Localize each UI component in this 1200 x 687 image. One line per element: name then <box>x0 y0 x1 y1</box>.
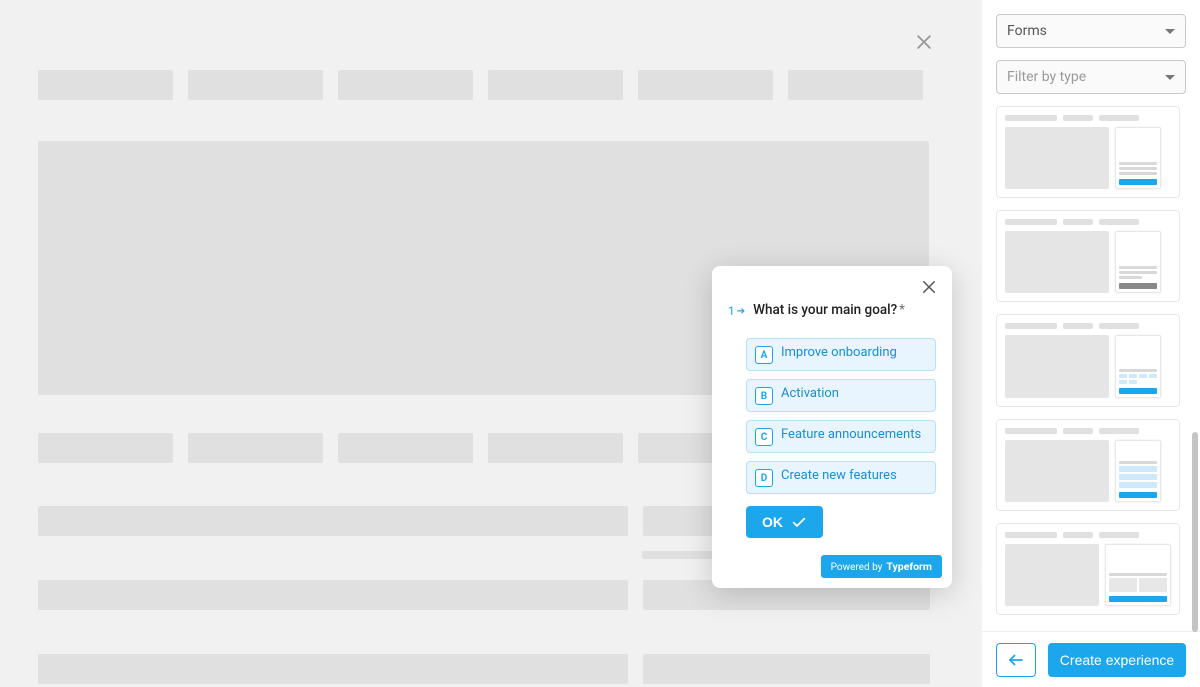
category-select[interactable]: Forms <box>996 14 1186 48</box>
category-select-value: Forms <box>1007 23 1047 39</box>
survey-ok-button[interactable]: OK <box>746 506 823 538</box>
template-form-preview <box>1115 127 1161 189</box>
template-card[interactable] <box>996 314 1180 406</box>
question-number: 1➔ <box>728 304 745 318</box>
skeleton-row <box>38 70 923 100</box>
survey-modal: 1➔ What is your main goal?* A Improve on… <box>712 266 952 588</box>
close-icon <box>920 278 938 296</box>
question-header: 1➔ What is your main goal?* <box>728 302 936 318</box>
type-filter-select[interactable]: Filter by type <box>996 60 1186 94</box>
template-card[interactable] <box>996 419 1180 511</box>
survey-option-d[interactable]: D Create new features <box>746 461 936 494</box>
arrow-right-icon: ➔ <box>737 306 745 317</box>
template-card[interactable] <box>996 523 1180 615</box>
check-icon <box>791 514 807 530</box>
template-thumb <box>1005 127 1109 189</box>
question-text: What is your main goal?* <box>753 302 936 318</box>
template-panel: Forms Filter by type <box>982 0 1200 687</box>
ok-label: OK <box>762 514 783 530</box>
skeleton-row <box>38 654 930 684</box>
skeleton-row <box>38 433 773 463</box>
template-card[interactable] <box>996 210 1180 302</box>
survey-option-c[interactable]: C Feature announcements <box>746 420 936 453</box>
modal-close-button[interactable] <box>920 278 940 298</box>
powered-by-badge[interactable]: Powered by Typeform <box>821 555 942 578</box>
skeleton-row <box>38 506 740 536</box>
option-key: C <box>755 428 773 446</box>
option-key: B <box>755 387 773 405</box>
panel-footer: Create experience <box>982 631 1200 687</box>
option-label: Activation <box>781 386 839 403</box>
template-list[interactable] <box>996 106 1186 687</box>
option-key: D <box>755 469 773 487</box>
skeleton-thin-bar <box>642 551 712 559</box>
survey-option-a[interactable]: A Improve onboarding <box>746 338 936 371</box>
create-experience-button[interactable]: Create experience <box>1048 643 1186 677</box>
option-label: Feature announcements <box>781 427 921 444</box>
scrollbar[interactable] <box>1192 432 1198 632</box>
powered-brand: Typeform <box>886 560 932 573</box>
type-filter-placeholder: Filter by type <box>1007 69 1086 85</box>
arrow-left-icon <box>1007 651 1025 669</box>
chevron-down-icon <box>1165 29 1175 34</box>
option-label: Create new features <box>781 468 897 485</box>
template-card[interactable] <box>996 106 1180 198</box>
canvas-close-icon[interactable] <box>914 32 934 52</box>
option-key: A <box>755 346 773 364</box>
survey-option-b[interactable]: B Activation <box>746 379 936 412</box>
powered-prefix: Powered by <box>831 562 883 573</box>
back-button[interactable] <box>996 643 1036 677</box>
option-label: Improve onboarding <box>781 345 897 362</box>
survey-options: A Improve onboarding B Activation C Feat… <box>746 338 936 494</box>
chevron-down-icon <box>1165 75 1175 80</box>
